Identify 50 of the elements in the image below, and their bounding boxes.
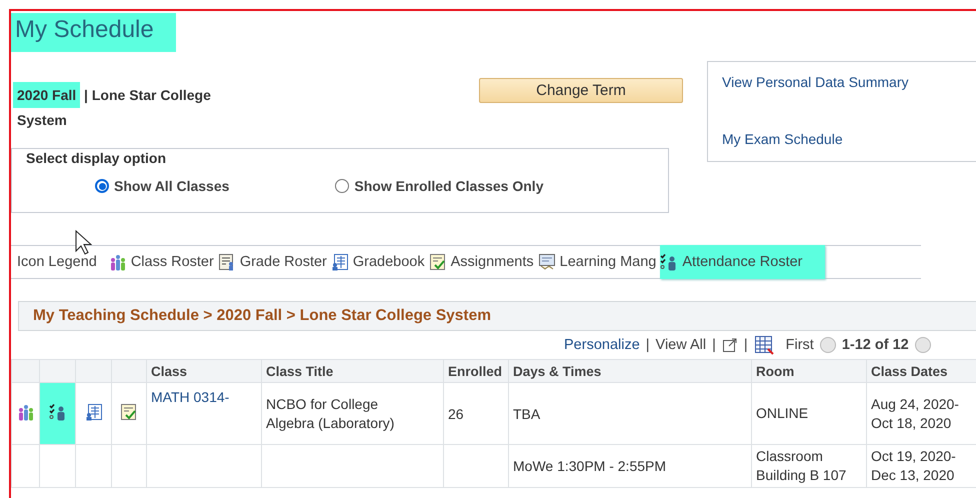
document-person-icon [218,253,236,271]
separator: | [744,337,748,353]
first-label: First [786,337,814,353]
separator: | [712,337,716,353]
table-cell: ONLINE [756,405,808,421]
table-cell: TBA [513,406,540,422]
column-header: Class Title [266,364,334,378]
display-radio-option[interactable]: Show All Classes [95,178,230,194]
checklist-person-icon [48,403,66,421]
separator: | [646,337,650,353]
checked-note-icon [120,403,138,421]
grid-title: My Teaching Schedule > 2020 Fall > Lone Star College System [33,307,491,325]
legend-label: Learning Mang [560,254,656,270]
popout-icon[interactable] [722,337,738,353]
legend-label: Assignments [450,254,534,270]
table-cell: 26 [448,406,464,422]
column-header: Class Dates [871,364,948,378]
icon-legend-label: Icon Legend [17,254,97,270]
page-link[interactable]: My Exam Schedule [722,131,976,147]
column-header: Room [756,364,794,378]
display-option-legend: Select display option [26,150,654,166]
legend-label: Grade Roster [240,254,327,270]
personalize-link[interactable]: Personalize [564,337,640,353]
change-term-button[interactable]: Change Term [479,78,683,103]
spreadsheet-icon[interactable] [754,335,774,355]
monitor-book-icon [538,253,556,271]
mouse-pointer-icon [75,230,92,255]
grid-document-icon [330,253,349,271]
table-cell: Classroom Building B 107 [756,448,846,483]
column-header: Enrolled [448,364,502,378]
display-radio-option[interactable]: Show Enrolled Classes Only [335,178,544,194]
legend-label: Class Roster [130,254,214,270]
column-header: Class [151,364,188,378]
table-cell-text: Aug 24, 2020- Oct 18, 2020 [871,394,960,432]
table-cell-text: Oct 19, 2020- Dec 13, 2020 [871,447,957,485]
checklist-person-icon [660,253,678,271]
legend-label: Attendance Roster [682,254,802,270]
people-group-icon [108,253,127,271]
grid-document-icon [84,403,102,421]
view-all-link[interactable]: View All [656,337,706,353]
legend-label: Gradebook [352,254,425,270]
column-header: Days & Times [513,364,602,378]
checked-note-icon [428,253,447,271]
page-title: My Schedule [11,13,176,52]
page-range: 1-12 of 12 [842,337,909,353]
people-group-icon [16,403,34,421]
table-cell-text: NCBO for College Algebra (Laboratory) [266,394,396,432]
table-cell: MoWe 1:30PM - 2:55PM [513,458,666,474]
class-link[interactable]: MATH 0314- [151,389,230,405]
page-link[interactable]: View Personal Data Summary [722,74,976,90]
